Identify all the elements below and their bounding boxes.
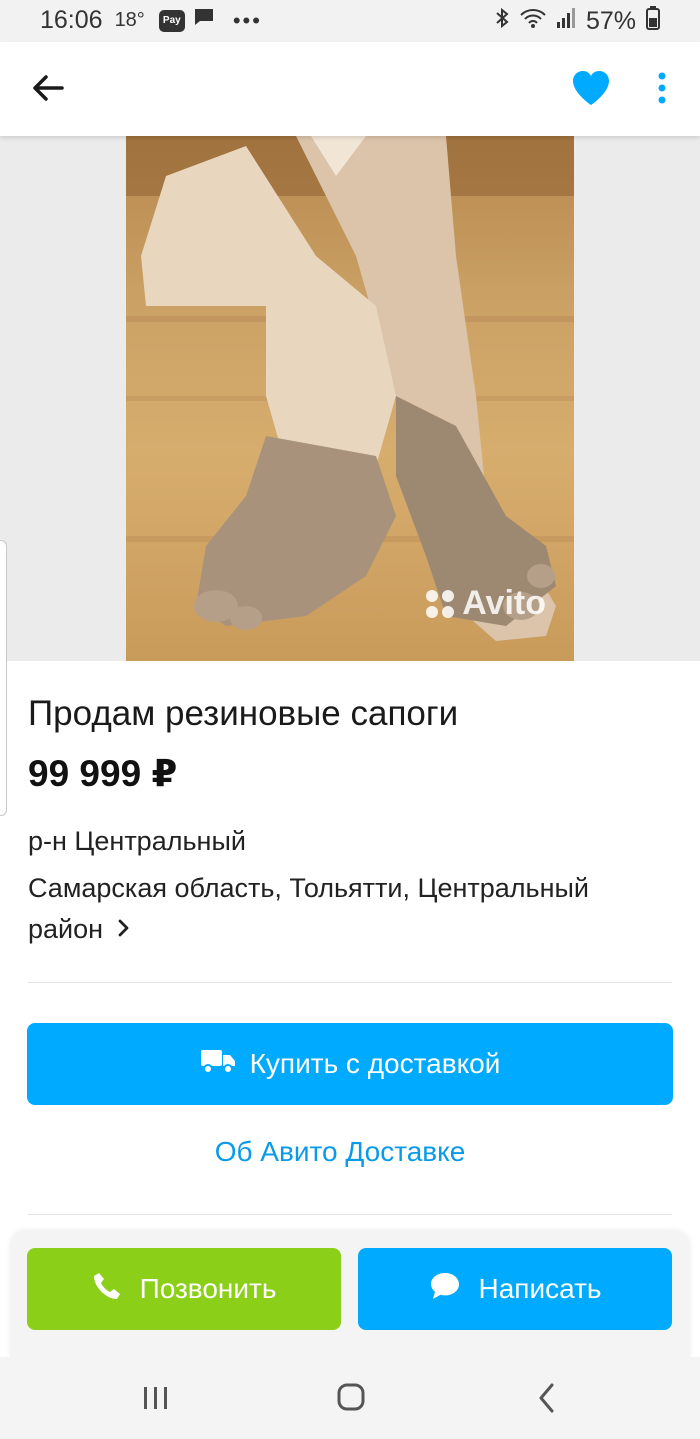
recent-apps-button[interactable] [140, 1383, 172, 1413]
system-back-button[interactable] [535, 1381, 559, 1415]
status-left: 16:06 18° Pay ••• [40, 6, 262, 35]
battery-icon [646, 6, 660, 37]
truck-icon [200, 1048, 236, 1081]
back-chevron-icon [539, 1383, 554, 1413]
edge-panel-handle[interactable] [0, 540, 7, 816]
listing-address-link[interactable]: Самарская область, Тольятти, Центральный… [28, 868, 668, 951]
app-bar [0, 42, 700, 136]
status-bar: 16:06 18° Pay ••• 57% [0, 0, 700, 42]
message-icon [193, 6, 215, 35]
address-text: Самарская область, Тольятти, Центральный… [28, 873, 590, 944]
favorite-button[interactable] [570, 68, 612, 108]
buy-with-delivery-label: Купить с доставкой [249, 1048, 501, 1079]
call-button[interactable]: Позвонить [27, 1248, 341, 1330]
signal-icon [556, 7, 576, 36]
divider [28, 1214, 672, 1215]
recent-apps-icon [144, 1387, 167, 1409]
bluetooth-icon [494, 6, 510, 37]
more-vertical-icon [658, 72, 666, 104]
home-icon [337, 1383, 365, 1411]
status-time: 16:06 [40, 6, 103, 34]
contact-bar: Позвонить Написать [10, 1231, 690, 1357]
call-label: Позвонить [139, 1273, 277, 1304]
listing-photo[interactable]: Avito [126, 136, 574, 661]
battery-percent: 57% [585, 7, 636, 35]
back-button[interactable] [28, 68, 68, 108]
status-right: 57% [494, 6, 660, 37]
about-delivery-link[interactable]: Об Авито Доставке [0, 1136, 680, 1168]
buy-with-delivery-button[interactable]: Купить с доставкой [27, 1023, 673, 1105]
avito-watermark: Avito [426, 584, 546, 623]
listing-title: Продам резиновые сапоги [28, 694, 459, 733]
boots-illustration [126, 136, 574, 641]
photo-gallery[interactable]: Avito [0, 136, 700, 661]
write-message-button[interactable]: Написать [358, 1248, 672, 1330]
heart-icon [573, 71, 609, 105]
listing-price: 99 999 ₽ [28, 753, 178, 794]
wifi-icon [520, 7, 546, 36]
chat-bubble-icon [429, 1271, 461, 1308]
chevron-right-icon [117, 910, 131, 951]
arrow-left-icon [33, 75, 64, 101]
pay-icon: Pay [158, 9, 185, 32]
home-button[interactable] [335, 1381, 367, 1413]
avito-logo-icon [426, 589, 455, 618]
system-nav-bar [0, 1357, 700, 1439]
listing-district: р-н Центральный [28, 826, 246, 856]
write-label: Написать [478, 1273, 602, 1304]
more-notifications-icon: ••• [232, 7, 262, 33]
phone-icon [92, 1271, 122, 1308]
status-temperature: 18° [114, 9, 145, 31]
divider [28, 982, 672, 983]
watermark-text: Avito [462, 584, 546, 622]
more-options-button[interactable] [650, 68, 674, 108]
